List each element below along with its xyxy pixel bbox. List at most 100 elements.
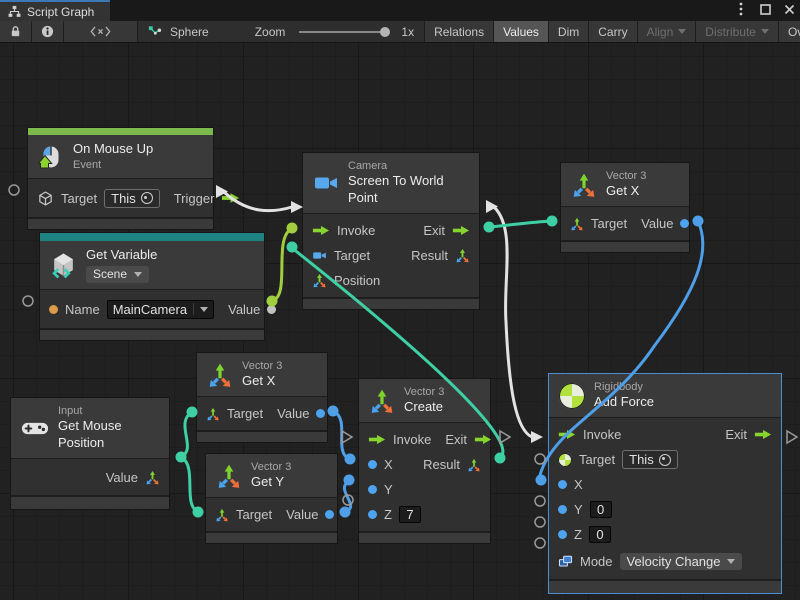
port-row: X Result [359, 452, 490, 477]
angle-brackets-x-icon [90, 26, 111, 37]
vector3-port-icon[interactable] [570, 217, 584, 231]
variable-scope-dropdown[interactable]: Scene [86, 266, 149, 284]
collapse-values-button[interactable] [64, 21, 138, 42]
zoom-slider-knob[interactable] [380, 27, 390, 37]
node-category: Vector 3 [251, 460, 291, 474]
name-input-port[interactable] [49, 305, 58, 314]
exit-flow-icon[interactable] [452, 225, 470, 236]
value-port-label: Value [277, 406, 309, 421]
x-input-port[interactable] [368, 460, 377, 469]
port-row: X [549, 472, 781, 497]
dim-button[interactable]: Dim [549, 21, 589, 42]
invoke-flow-icon[interactable] [558, 429, 576, 440]
vector3-port-icon[interactable] [455, 248, 470, 263]
mode-caret-icon [727, 559, 735, 564]
invoke-flow-icon[interactable] [368, 434, 386, 445]
z-input-port[interactable] [558, 530, 567, 539]
camera-port-icon[interactable] [312, 248, 327, 263]
event-color-bar [28, 128, 213, 135]
node-footer [40, 328, 264, 340]
position-port-label: Position [334, 273, 380, 288]
enum-mode-icon[interactable] [558, 554, 573, 569]
target-object-picker[interactable]: This [104, 189, 160, 208]
y-value-field[interactable]: 0 [590, 501, 612, 518]
z-input-port[interactable] [368, 510, 377, 519]
tab-bar: Script Graph [0, 0, 800, 21]
vector3-port-icon[interactable] [215, 508, 229, 522]
node-on-mouse-up[interactable]: On Mouse Up Event Target This Trigger [27, 127, 214, 230]
align-button[interactable]: Align [638, 21, 697, 42]
port-row: Y 0 [549, 497, 781, 522]
mode-dropdown[interactable]: Velocity Change [620, 553, 743, 570]
window-maximize-icon[interactable] [758, 2, 772, 16]
exit-flow-icon[interactable] [754, 429, 772, 440]
values-button[interactable]: Values [494, 21, 549, 42]
invoke-port-label: Invoke [337, 223, 375, 238]
tab-script-graph[interactable]: Script Graph [0, 0, 110, 21]
info-button[interactable] [32, 21, 64, 42]
target-port-label: Target [591, 216, 627, 231]
port-row: Target This [549, 447, 781, 472]
x-input-port[interactable] [558, 480, 567, 489]
rigidbody-port-icon[interactable] [558, 453, 572, 467]
variable-name-value: MainCamera [113, 302, 187, 317]
vector3-port-icon[interactable] [145, 470, 160, 485]
zoom-slider[interactable] [299, 31, 387, 33]
node-vector3-get-x-mid[interactable]: Vector 3 Get X Target Value [196, 352, 328, 443]
window-close-icon[interactable] [782, 2, 796, 16]
y-port-label: Y [384, 482, 393, 497]
invoke-port-label: Invoke [583, 427, 621, 442]
z-value-field[interactable]: 7 [399, 506, 421, 523]
distribute-label: Distribute [705, 25, 756, 39]
relations-button[interactable]: Relations [425, 21, 494, 42]
node-vector3-get-y[interactable]: Vector 3 Get Y Target Value [205, 453, 338, 544]
value-output-port[interactable] [316, 409, 325, 418]
node-vector3-create[interactable]: Vector 3 Create Invoke Exit X Result [358, 378, 491, 544]
target-object-picker[interactable]: This [622, 450, 678, 469]
lock-button[interactable] [0, 21, 32, 42]
node-screen-to-world-point[interactable]: Camera Screen To World Point Invoke Exit [302, 152, 480, 310]
node-get-mouse-position[interactable]: Input Get Mouse Position Value [10, 397, 170, 510]
y-input-port[interactable] [558, 505, 567, 514]
carry-button[interactable]: Carry [589, 21, 637, 42]
port-row: Target Result [303, 243, 479, 268]
y-input-port[interactable] [368, 485, 377, 494]
port-row: Target Value [561, 211, 689, 236]
dim-label: Dim [558, 25, 579, 39]
port-row: Z 0 [549, 522, 781, 547]
window-menu-icon[interactable] [734, 2, 748, 16]
zoom-value: 1x [401, 25, 414, 39]
gameobject-cube-icon[interactable] [37, 190, 54, 207]
node-vector3-get-x-top[interactable]: Vector 3 Get X Target Value [560, 162, 690, 253]
distribute-button[interactable]: Distribute [696, 21, 779, 42]
variable-icon [50, 252, 77, 279]
vector3-port-icon[interactable] [467, 458, 481, 472]
node-category: Vector 3 [242, 359, 282, 373]
node-get-variable[interactable]: Get Variable Scene Name MainCamera Value [39, 232, 265, 341]
result-port-label: Result [423, 457, 460, 472]
object-picker-icon[interactable] [659, 454, 671, 466]
vector3-port-icon[interactable] [312, 273, 327, 288]
object-picker-icon[interactable] [141, 192, 153, 204]
target-port-label: Target [579, 452, 615, 467]
z-port-label: Z [574, 527, 582, 542]
value-output-port[interactable] [680, 219, 689, 228]
variable-name-dropdown[interactable]: MainCamera [107, 300, 214, 319]
port-row: Mode Velocity Change [549, 547, 781, 575]
trigger-flow-icon[interactable] [221, 192, 240, 204]
lock-icon [9, 25, 22, 38]
node-footer [206, 531, 337, 543]
node-add-force[interactable]: Rigidbody Add Force Invoke Exit Target [548, 373, 782, 594]
value-output-port[interactable] [325, 510, 334, 519]
exit-flow-icon[interactable] [474, 434, 492, 445]
scope-value: Scene [93, 267, 127, 283]
z-value-field[interactable]: 0 [589, 526, 611, 543]
overview-button[interactable]: Overview [779, 21, 800, 42]
vector3-port-icon[interactable] [206, 407, 220, 421]
node-title: On Mouse Up [73, 141, 153, 158]
graph-asset-icon [148, 25, 162, 39]
target-port-label: Target [227, 406, 263, 421]
field-divider [193, 303, 194, 315]
invoke-flow-icon[interactable] [312, 225, 330, 236]
port-row: Invoke Exit [359, 427, 490, 452]
